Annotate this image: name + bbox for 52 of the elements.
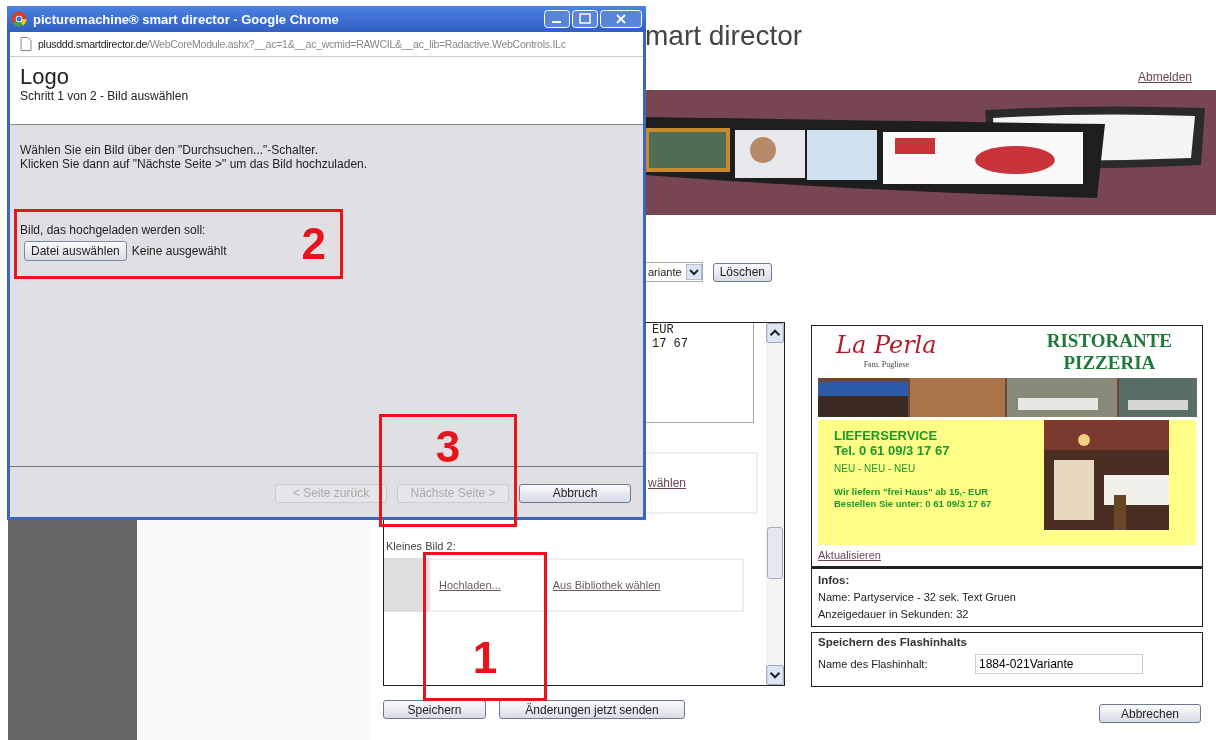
action-button[interactable]: Änderungen jetzt senden bbox=[499, 700, 685, 719]
offer-text: Wir liefern "frei Haus" ab 15,- EUR bbox=[834, 486, 990, 498]
file-status: Keine ausgewählt bbox=[131, 244, 227, 258]
flyer-headline: PIZZERIA bbox=[1063, 352, 1156, 374]
delete-button[interactable]: Löschen bbox=[712, 262, 772, 282]
callout-number: 3 bbox=[435, 425, 461, 469]
flyer-headline: RISTORANTE bbox=[1046, 330, 1172, 352]
file-button[interactable]: Datei auswählen bbox=[24, 241, 127, 261]
field-label: Name des Flashinhalt: bbox=[818, 658, 929, 670]
name-field[interactable]: 1884-021Variante bbox=[975, 654, 1143, 674]
callout-number: 1 bbox=[472, 636, 498, 680]
logo-subtitle: Fam. Pugliese bbox=[863, 360, 909, 369]
site-title: mart director bbox=[645, 19, 804, 53]
instruction-text: Wählen Sie ein Bild über den "Durchsuchen..."-Schalter. bbox=[20, 143, 319, 157]
image-link[interactable]: Aus Bibliothek wählen bbox=[552, 579, 661, 591]
scrollbar-thumb[interactable] bbox=[767, 527, 783, 579]
address-bar[interactable]: plusddd.smartdirector.de/WebCoreModule.ashx?__ac=1&__ac_wcmid=RAWCIL&__ac_lib=Radactive.WebControls.ILc bbox=[10, 32, 643, 57]
logo-text: La Perla bbox=[836, 330, 937, 360]
image-link[interactable]: Hochladen... bbox=[439, 579, 501, 591]
library-link[interactable]: wählen bbox=[648, 476, 687, 490]
dialog-subheading: Schritt 1 von 2 - Bild auswählen bbox=[20, 89, 190, 103]
dialog-heading: Logo bbox=[20, 65, 70, 89]
page-icon bbox=[20, 37, 32, 51]
news-text: NEU - NEU - NEU bbox=[834, 463, 917, 474]
offer-text: Bestellen Sie unter: 0 61 09/3 17 67 bbox=[834, 498, 992, 510]
save-heading: Speichern des Flashinhalts bbox=[818, 636, 968, 648]
info-text: Name: Partyservice - 32 sek. Text Gruen bbox=[818, 590, 1017, 605]
info-text: Anzeigedauer in Sekunden: 32 bbox=[818, 607, 970, 622]
minimize-icon[interactable] bbox=[544, 10, 570, 28]
url-text: plusddd.smartdirector.de/WebCoreModule.ashx?__ac=1&__ac_wcmid=RAWCIL&__ac_lib=Radactive.WebControls.ILc bbox=[38, 38, 566, 50]
wizard-button[interactable]: Abbruch bbox=[519, 483, 631, 503]
window-title: picturemachine® smart director - Google Chrome bbox=[33, 11, 340, 27]
small-image-label: Kleines Bild 2: bbox=[385, 540, 457, 552]
scroll-down-icon[interactable] bbox=[766, 665, 784, 685]
browser-logo-icon bbox=[11, 11, 27, 27]
instruction-text: Klicken Sie dann auf "Nächste Seite >" um das Bild hochzuladen. bbox=[20, 157, 369, 171]
refresh-link[interactable]: Aktualisieren bbox=[818, 549, 881, 561]
scrollbar[interactable] bbox=[766, 323, 784, 685]
image-placeholder bbox=[384, 558, 429, 612]
maximize-icon[interactable] bbox=[572, 10, 598, 28]
close-icon[interactable] bbox=[600, 10, 642, 28]
variant-select[interactable]: ariante bbox=[645, 262, 703, 282]
dropdown-arrow-icon bbox=[685, 264, 702, 280]
info-heading: Infos: bbox=[818, 573, 851, 588]
cancel-button[interactable]: Abbrechen bbox=[1099, 704, 1201, 723]
logout-link[interactable]: Abmelden bbox=[1137, 70, 1192, 84]
file-label: Bild, das hochgeladen werden soll: bbox=[20, 223, 207, 237]
service-title: LIEFERSERVICE bbox=[834, 428, 939, 443]
action-button[interactable]: Speichern bbox=[383, 700, 486, 719]
callout-number: 2 bbox=[301, 222, 326, 266]
scroll-up-icon[interactable] bbox=[766, 323, 784, 343]
phone-number: Tel. 0 61 09/3 17 67 bbox=[834, 443, 951, 458]
